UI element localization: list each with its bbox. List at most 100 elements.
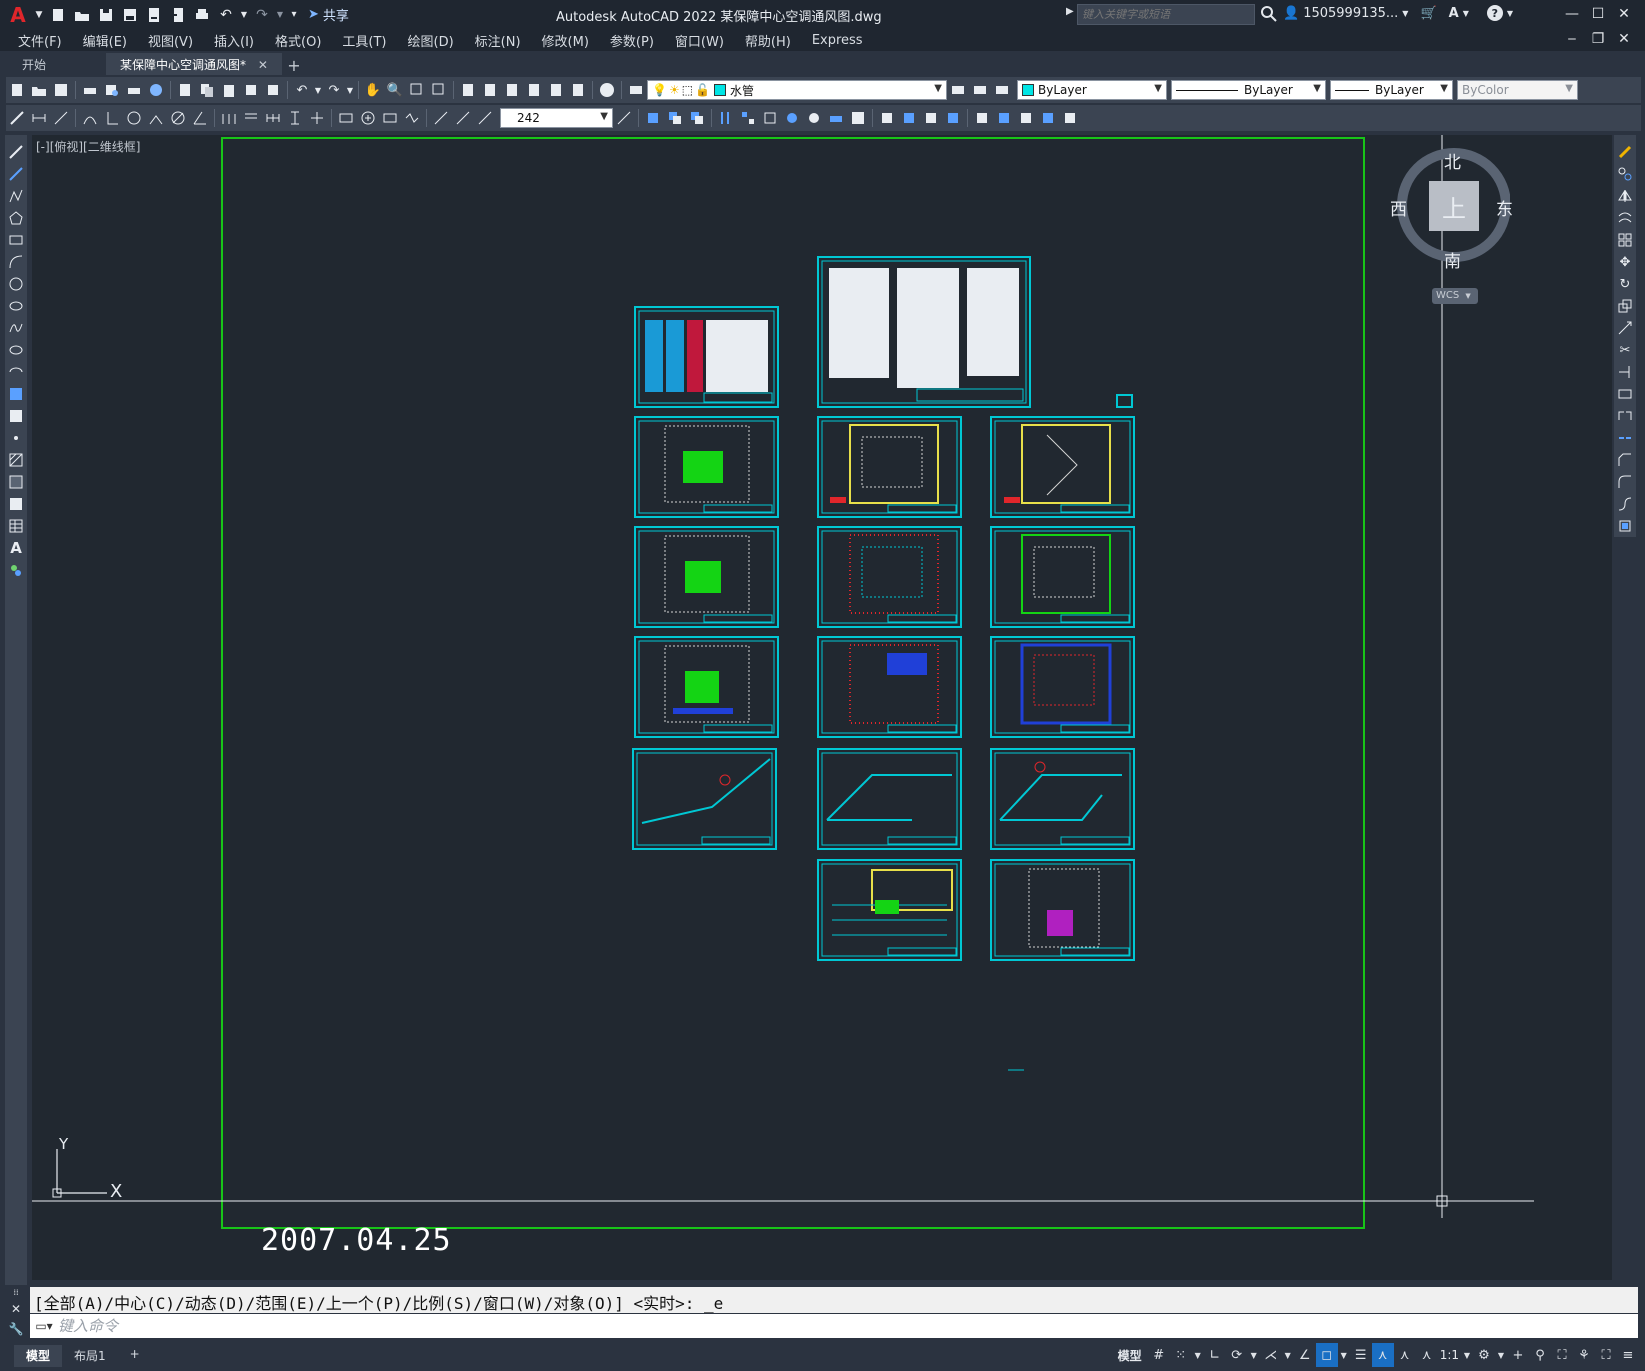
join-side-icon[interactable] [1615,427,1635,449]
print-icon[interactable] [79,79,101,101]
gradient-icon[interactable] [6,471,26,493]
layer-properties-icon[interactable] [625,79,647,101]
zoom-realtime-icon[interactable]: 🔍 [384,79,406,101]
object-snap-icon[interactable]: ◻ [1315,1343,1338,1367]
explode-side-icon[interactable] [1615,515,1635,537]
sheet-floor-plan-7[interactable] [634,636,779,738]
menu-file[interactable]: 文件(F) [18,31,62,50]
menu-express[interactable]: Express [812,33,863,48]
rotate-icon[interactable] [781,107,803,129]
redo-toolbar-dropdown-icon[interactable]: ▼ [345,79,355,101]
menu-modify[interactable]: 修改(M) [542,31,589,50]
move-icon[interactable] [759,107,781,129]
compass-south[interactable]: 南 [1444,247,1461,272]
dimstyle-icon[interactable] [613,107,635,129]
fillet-side-icon[interactable] [1615,471,1635,493]
quick-properties-icon[interactable]: ⛶ [1551,1343,1573,1367]
line-icon[interactable] [6,141,26,163]
table-icon[interactable] [6,515,26,537]
close-icon[interactable]: ✕ [1611,3,1637,25]
ortho-icon[interactable]: ∟ [1204,1343,1226,1367]
menu-dimension[interactable]: 标注(N) [475,31,521,50]
compass-north[interactable]: 北 [1444,148,1461,173]
polar-tracking-icon[interactable]: ⟳ [1226,1343,1248,1367]
menu-parametric[interactable]: 参数(P) [610,31,654,50]
sheet-legend[interactable] [634,306,779,408]
minimize-icon[interactable]: — [1559,3,1585,25]
lineweight-dropdown[interactable]: ByLayer ▼ [1330,80,1453,100]
wcs-menu[interactable]: WCS ▼ [1432,288,1478,304]
sheet-detail-plan[interactable] [990,859,1135,961]
viewcube-top-face[interactable]: 上 [1429,181,1479,231]
isodraft-icon[interactable]: ⋌ [1260,1343,1282,1367]
open-icon[interactable] [28,79,50,101]
snap-icon[interactable]: ⁙ [1170,1343,1192,1367]
clean-screen-icon[interactable]: ⛶ [1595,1343,1617,1367]
export-icon[interactable] [167,4,189,26]
polygon-icon[interactable] [6,207,26,229]
sheet-floor-plan-9[interactable] [990,636,1135,738]
chamfer-icon[interactable] [942,107,964,129]
redo-icon[interactable]: ↷ [251,4,273,26]
calculator-icon[interactable] [567,79,589,101]
annotation-visibility-icon[interactable]: ⋏ [1371,1343,1394,1367]
plot-preview-icon[interactable] [101,79,123,101]
offset-side-icon[interactable] [1615,207,1635,229]
dim-baseline-icon[interactable] [240,107,262,129]
menu-help[interactable]: 帮助(H) [745,31,791,50]
dim-angular-icon[interactable] [189,107,211,129]
erase-icon[interactable] [642,107,664,129]
compass-west[interactable]: 西 [1390,195,1407,220]
scale-icon[interactable] [803,107,825,129]
break-icon[interactable] [898,107,920,129]
compass-east[interactable]: 东 [1496,195,1513,220]
menu-format[interactable]: 格式(O) [275,31,321,50]
hatch-icon[interactable] [6,449,26,471]
isolate-objects-icon[interactable]: ⚘ [1573,1343,1595,1367]
zoom-window-icon[interactable] [406,79,428,101]
workspace-gear-icon[interactable]: ⚙ [1473,1343,1495,1367]
break-side-icon[interactable] [1615,405,1635,427]
scale-dropdown-icon[interactable]: ▼ [1461,1343,1473,1367]
redo-list-arrow-icon[interactable]: ▼ [275,4,285,26]
annotation-scale-value[interactable]: 1:1 [1440,1348,1459,1362]
dim-continue-icon[interactable] [262,107,284,129]
3d-dwf-icon[interactable] [145,79,167,101]
doc-close-icon[interactable]: ✕ [1611,30,1637,48]
customize-quick-access-icon[interactable]: ▾ [287,4,301,26]
dimtedit-icon[interactable] [452,107,474,129]
menu-window[interactable]: 窗口(W) [675,31,724,50]
polyline-icon[interactable] [6,185,26,207]
arc-icon[interactable] [6,251,26,273]
properties-icon[interactable] [457,79,479,101]
add-layout-plus-icon[interactable]: + [118,1345,152,1367]
new-file-icon[interactable] [47,4,69,26]
color-dropdown[interactable]: ByLayer ▼ [1017,80,1167,100]
grip-icon[interactable]: ⁞⁞ [13,1288,18,1297]
dim-diameter-icon[interactable] [167,107,189,129]
multiline-text-icon[interactable]: A [6,537,26,559]
layer-state-icon[interactable] [991,79,1013,101]
dim-ordinate-icon[interactable] [101,107,123,129]
wrench-icon[interactable]: 🔧 [9,1322,24,1336]
sheet-floor-plan-6[interactable] [990,526,1135,628]
save-toolbar-icon[interactable] [50,79,72,101]
publish-toolbar-icon[interactable] [123,79,145,101]
sheet-floor-plan-5[interactable] [817,526,962,628]
sheet-design-notes[interactable] [817,256,1031,408]
menu-edit[interactable]: 编辑(E) [83,31,127,50]
inspection-icon[interactable] [379,107,401,129]
search-expand-arrow-icon[interactable]: ▶ [1066,6,1074,17]
menu-tools[interactable]: 工具(T) [342,31,386,50]
dim-arc-icon[interactable] [79,107,101,129]
undo-list-arrow-icon[interactable]: ▼ [239,4,249,26]
spline-icon[interactable] [6,317,26,339]
model-space-toggle[interactable]: 模型 [1118,1347,1142,1364]
sheet-floor-plan-4[interactable] [634,526,779,628]
recent-commands-icon[interactable]: ▭▾ [30,1319,58,1333]
markup-icon[interactable] [545,79,567,101]
sheet-set-icon[interactable] [523,79,545,101]
dim-jogged-icon[interactable] [145,107,167,129]
tab-layout1[interactable]: 布局1 [62,1345,118,1367]
dim-space-icon[interactable] [284,107,306,129]
